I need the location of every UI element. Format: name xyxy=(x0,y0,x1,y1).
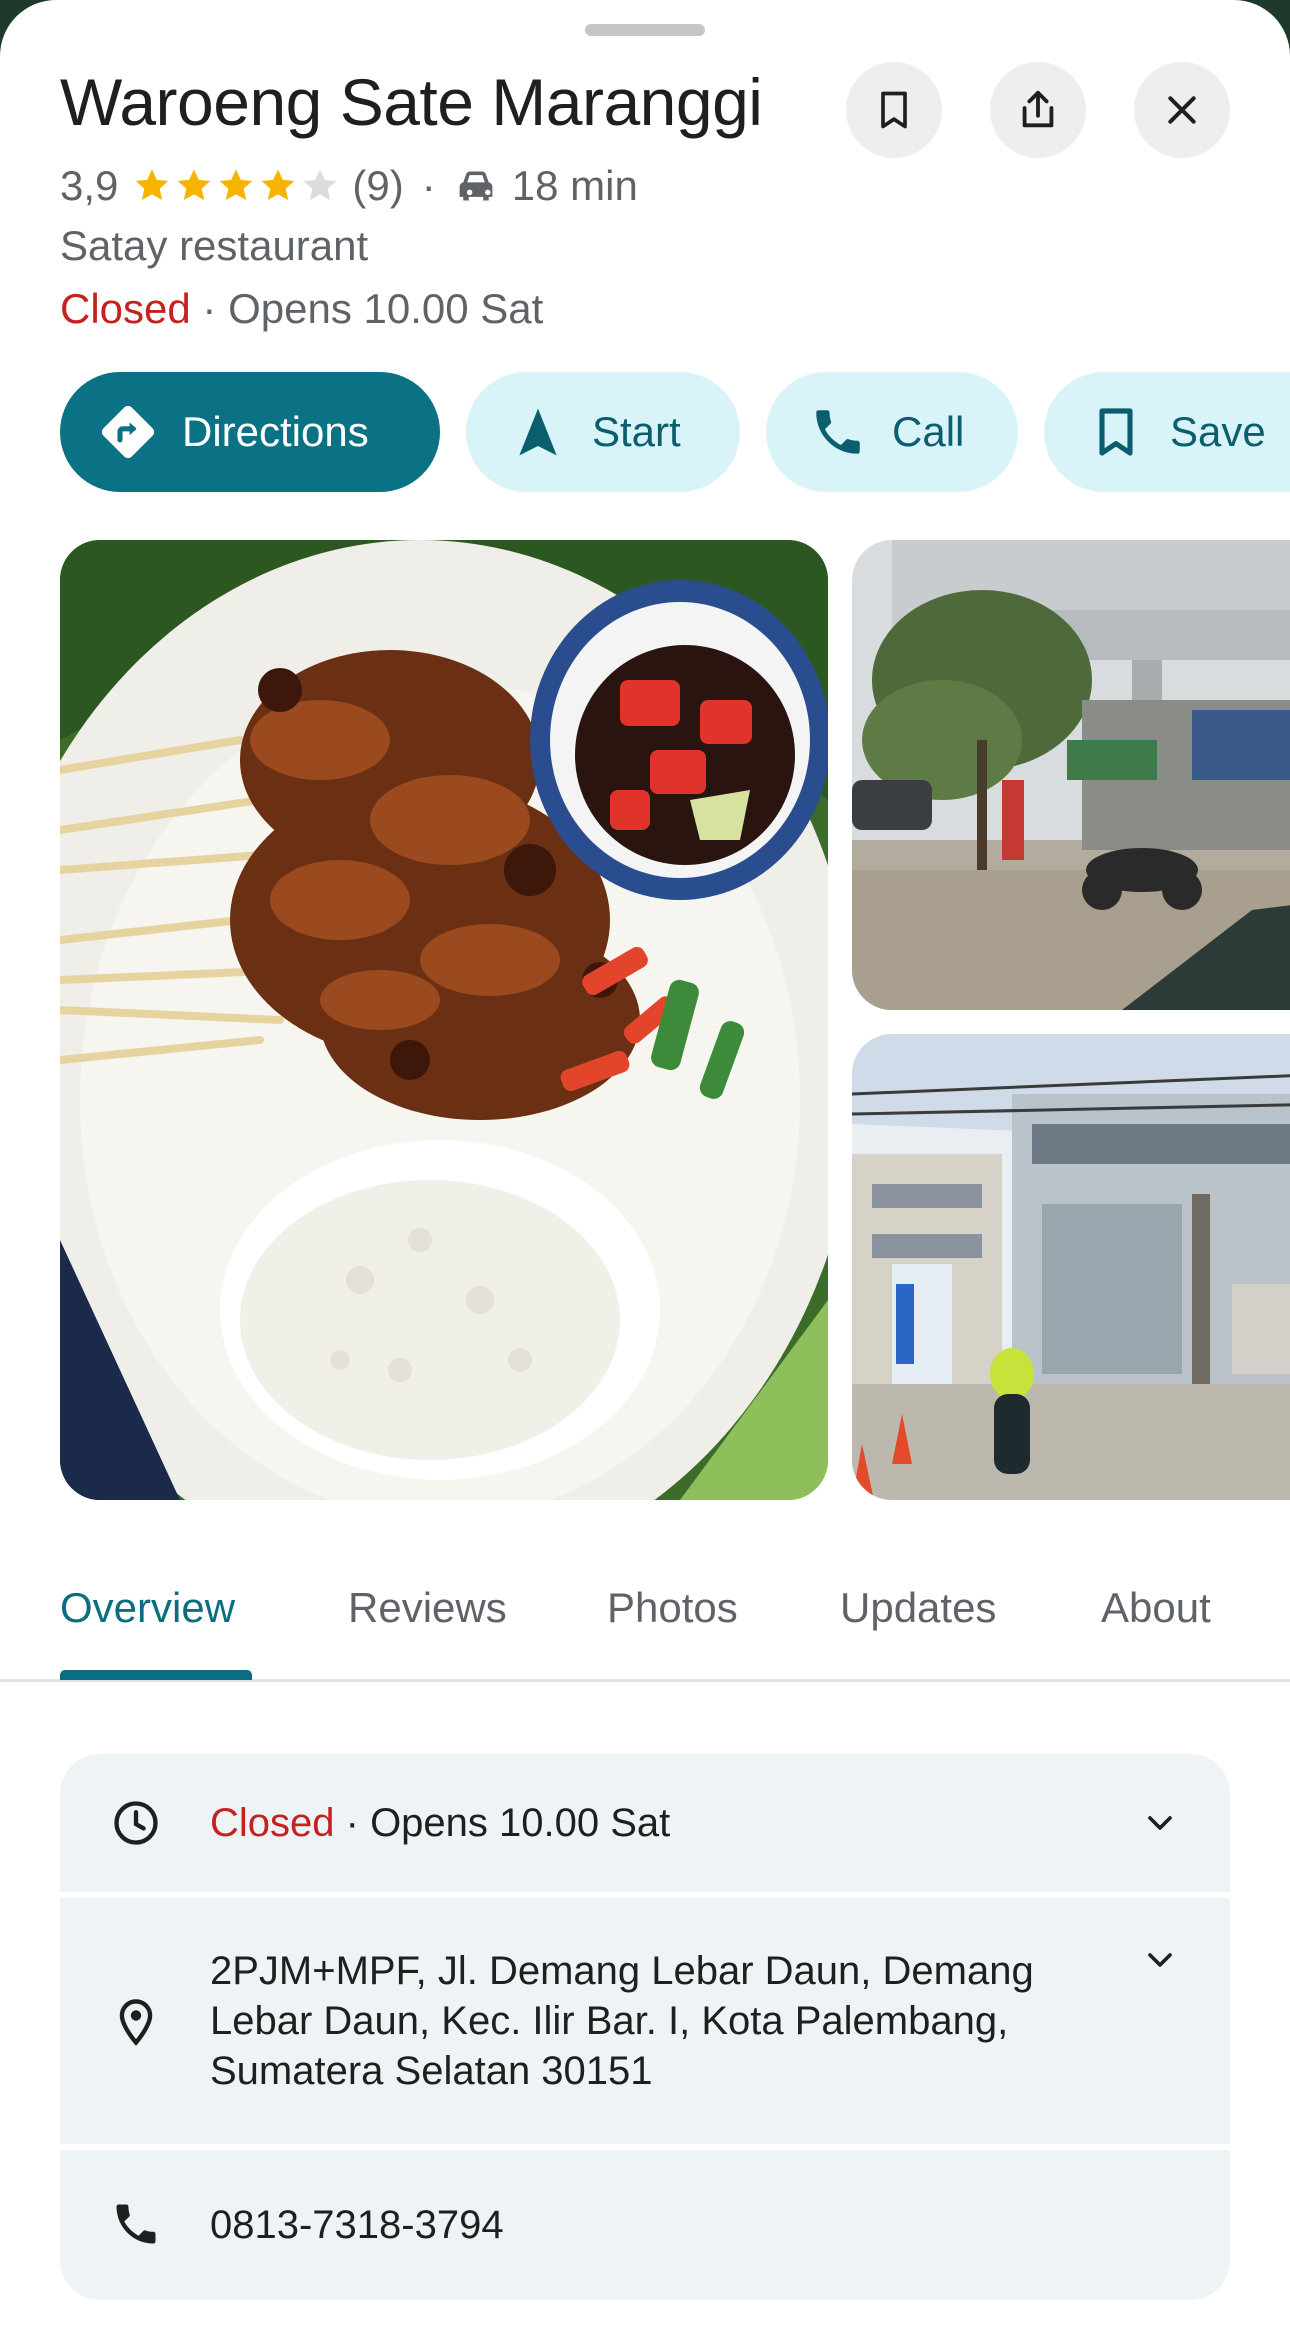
chevron-down-icon[interactable] xyxy=(1140,1803,1180,1843)
phone-icon xyxy=(806,400,870,464)
star-rating xyxy=(132,166,342,206)
call-label: Call xyxy=(892,408,965,455)
tab-bar: Overview Reviews Photos Updates About xyxy=(0,1570,1290,1682)
star-icon xyxy=(136,169,169,200)
share-icon-button[interactable] xyxy=(990,62,1086,158)
place-sheet: Waroeng Sate Maranggi 3,9 (9) · 18 min S… xyxy=(0,0,1290,2327)
call-button[interactable]: Call xyxy=(766,372,1018,492)
place-category: Satay restaurant xyxy=(60,222,369,269)
save-label: Save xyxy=(1170,408,1266,455)
address-row[interactable]: 2PJM+MPF, Jl. Demang Lebar Daun, Demang … xyxy=(60,1898,1230,2144)
tab-photos[interactable]: Photos xyxy=(607,1584,738,1632)
navigation-arrow-icon xyxy=(506,400,570,464)
close-icon xyxy=(1168,96,1196,124)
address-text: 2PJM+MPF, Jl. Demang Lebar Daun, Demang … xyxy=(210,1946,1034,2096)
photo-street-view-1[interactable] xyxy=(852,540,1290,1010)
drag-handle[interactable] xyxy=(585,24,705,36)
street-photo-image xyxy=(852,540,1290,1010)
tab-updates[interactable]: Updates xyxy=(840,1584,996,1632)
tab-overview[interactable]: Overview xyxy=(60,1584,235,1632)
directions-label: Directions xyxy=(182,408,369,455)
car-icon xyxy=(459,171,493,201)
open-status: Closed · Opens 10.00 Sat xyxy=(60,285,543,333)
tab-about[interactable]: About xyxy=(1101,1584,1211,1632)
separator-dot: · xyxy=(421,162,436,209)
hours-opens-label: · Opens 10.00 Sat xyxy=(334,1801,671,1845)
star-icon xyxy=(178,169,211,200)
location-pin-icon xyxy=(119,1999,153,2046)
phone-row[interactable]: 0813-7318-3794 xyxy=(60,2150,1230,2300)
start-label: Start xyxy=(592,408,681,455)
clock-icon xyxy=(114,1801,158,1845)
phone-icon xyxy=(116,2204,156,2244)
photo-street-view-2[interactable] xyxy=(852,1034,1290,1500)
star-icon xyxy=(262,169,295,200)
chevron-down-icon[interactable] xyxy=(1140,1940,1180,1980)
tab-reviews[interactable]: Reviews xyxy=(348,1584,507,1632)
bookmark-icon xyxy=(881,91,907,129)
save-icon-button[interactable] xyxy=(846,62,942,158)
close-button[interactable] xyxy=(1134,62,1230,158)
rating-value: 3,9 xyxy=(60,162,119,209)
street-photo-image xyxy=(852,1034,1290,1500)
save-button[interactable]: Save xyxy=(1044,372,1290,492)
active-tab-indicator xyxy=(60,1670,252,1680)
rating-row[interactable]: 3,9 (9) · 18 min xyxy=(60,160,638,212)
star-empty-icon xyxy=(304,169,337,200)
hours-text: Closed · Opens 10.00 Sat xyxy=(210,1798,670,1848)
place-title: Waroeng Sate Maranggi xyxy=(60,65,763,139)
start-button[interactable]: Start xyxy=(466,372,740,492)
hours-row[interactable]: Closed · Opens 10.00 Sat xyxy=(60,1754,1230,1892)
address-line: Sumatera Selatan 30151 xyxy=(210,2049,653,2093)
bookmark-icon xyxy=(1084,400,1148,464)
directions-button[interactable]: Directions xyxy=(60,372,440,492)
address-line: 2PJM+MPF, Jl. Demang Lebar Daun, Demang xyxy=(210,1949,1034,1993)
review-count: (9) xyxy=(352,162,404,209)
travel-time: 18 min xyxy=(511,162,638,209)
directions-icon xyxy=(96,400,160,464)
closed-label: Closed xyxy=(60,285,191,332)
opens-label: · Opens 10.00 Sat xyxy=(190,285,544,332)
share-icon xyxy=(1022,90,1054,128)
phone-number: 0813-7318-3794 xyxy=(210,2203,504,2247)
photo-satay-dish[interactable] xyxy=(60,540,828,1500)
address-line: Lebar Daun, Kec. Ilir Bar. I, Kota Palem… xyxy=(210,1999,1009,2043)
satay-photo-image xyxy=(60,540,828,1500)
star-icon xyxy=(220,169,253,200)
hours-closed-label: Closed xyxy=(210,1801,335,1845)
